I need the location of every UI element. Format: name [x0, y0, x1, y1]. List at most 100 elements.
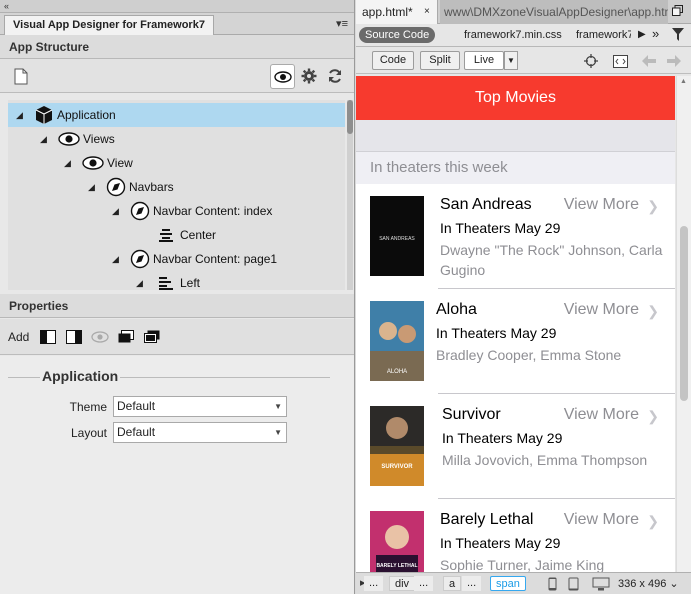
list-item[interactable]: SURVIVOR Survivor View More ❯ In Theater… — [356, 394, 675, 499]
svg-text:SURVIVOR: SURVIVOR — [381, 464, 413, 470]
scroll-right-icon[interactable]: ▶ — [638, 27, 646, 43]
tag-crumb-ellipsis[interactable]: ... — [462, 576, 482, 591]
layout-select[interactable]: Default ▼ — [113, 422, 287, 443]
svg-text:SAN ANDREAS: SAN ANDREAS — [379, 236, 415, 242]
inspect-target-icon[interactable] — [582, 52, 600, 70]
document-window: app.html* × www\DMXzoneVisualAppDesigner… — [356, 0, 691, 594]
compass-icon — [106, 177, 126, 197]
tree-node-navbar-content-index[interactable]: ◢ Navbar Content: index — [8, 199, 345, 223]
tree-scrollbar[interactable] — [347, 100, 353, 290]
related-file-framework7-css[interactable]: framework7.min.css — [464, 27, 562, 43]
list-item[interactable]: SAN ANDREAS San Andreas View More ❯ In T… — [356, 184, 675, 289]
refresh-icon[interactable] — [324, 65, 346, 87]
properties-toolbar: Add — [0, 319, 354, 355]
viewport-scrollbar-thumb[interactable] — [680, 226, 688, 401]
preview-eye-button[interactable] — [270, 64, 295, 89]
close-icon[interactable]: × — [424, 0, 430, 24]
expand-triangle-icon[interactable]: ◢ — [112, 206, 124, 217]
tag-crumb-span[interactable]: span — [490, 576, 526, 591]
tag-crumb-div[interactable]: div — [389, 576, 416, 591]
add-popup-icon[interactable] — [113, 327, 139, 347]
panel-tabbar: Visual App Designer for Framework7 ▾≡ — [0, 13, 354, 35]
scroll-up-icon[interactable]: ▲ — [680, 78, 687, 85]
view-more-link[interactable]: View More — [564, 406, 639, 424]
viewport-scrollbar[interactable]: ▲ — [676, 76, 691, 572]
view-more-link[interactable]: View More — [564, 196, 639, 214]
live-code-icon[interactable] — [611, 52, 629, 70]
expand-triangle-icon[interactable]: ◢ — [136, 278, 148, 289]
restore-window-icon[interactable] — [672, 5, 683, 19]
document-path: www\DMXzoneVisualAppDesigner\app.html — [440, 0, 668, 24]
eye-icon — [273, 70, 292, 83]
chevron-right-icon: ❯ — [647, 408, 659, 424]
new-file-icon[interactable] — [10, 65, 32, 87]
svg-text:ALOHA: ALOHA — [387, 369, 407, 375]
expand-triangle-icon[interactable]: ◢ — [88, 182, 100, 193]
panel-menu-icon[interactable]: ▾≡ — [336, 17, 348, 30]
movie-title: Barely Lethal — [440, 511, 534, 528]
properties-section-title: Application — [40, 368, 121, 384]
add-login-screen-icon[interactable] — [139, 327, 165, 347]
app-navbar: Top Movies — [356, 76, 675, 120]
poster-image-aloha: ALOHA — [370, 301, 424, 381]
list-item[interactable]: BARELY LETHAL Barely Lethal View More ❯ … — [356, 499, 675, 572]
release-date: In Theaters May 29 — [436, 325, 557, 341]
back-arrow-icon[interactable] — [640, 52, 658, 70]
window-size-dropdown[interactable]: 336 x 496 ⌄ — [618, 577, 679, 590]
theme-row: Theme Default ▼ — [0, 396, 354, 418]
theme-select[interactable]: Default ▼ — [113, 396, 287, 417]
expand-triangle-icon[interactable]: ◢ — [112, 254, 124, 265]
split-view-button[interactable]: Split — [420, 51, 460, 70]
compass-icon — [130, 249, 150, 269]
list-item[interactable]: ALOHA Aloha View More ❯ In Theaters May … — [356, 289, 675, 394]
tag-crumb-ellipsis[interactable]: ... — [364, 576, 384, 591]
chevron-right-icon: ❯ — [647, 303, 659, 319]
tab-app-html[interactable]: app.html* × — [356, 0, 438, 24]
tree-scrollbar-thumb[interactable] — [347, 100, 353, 134]
expand-triangle-icon[interactable]: ◢ — [64, 158, 76, 169]
list-block-title: In theaters this week — [370, 159, 508, 176]
tree-node-view[interactable]: ◢ View — [8, 151, 345, 175]
properties-body: Application Theme Default ▼ Layout Defau… — [0, 356, 354, 594]
panel-collapse-strip[interactable]: « — [0, 0, 354, 13]
live-view-button[interactable]: Live — [464, 51, 504, 70]
poster-image-barely-lethal: BARELY LETHAL — [370, 511, 424, 572]
panel-tab-visual-app-designer[interactable]: Visual App Designer for Framework7 — [4, 15, 214, 35]
app-structure-header: App Structure — [0, 35, 354, 59]
more-files-icon[interactable]: » — [652, 26, 659, 42]
phone-size-icon[interactable] — [548, 576, 557, 592]
tablet-size-icon[interactable] — [568, 576, 579, 592]
live-view-dropdown[interactable]: ▼ — [504, 51, 518, 70]
gear-icon[interactable] — [298, 65, 320, 87]
add-left-panel-icon[interactable] — [35, 327, 61, 347]
tag-crumb-a[interactable]: a — [443, 576, 462, 591]
document-tabbar: app.html* × www\DMXzoneVisualAppDesigner… — [356, 0, 691, 24]
tree-node-application[interactable]: ◢ Application — [8, 103, 345, 127]
app-structure-tree[interactable]: ◢ Application ◢ Views ◢ View ◢ Navbars ◢… — [8, 100, 345, 290]
desktop-size-icon[interactable] — [592, 576, 610, 592]
tree-node-left[interactable]: ◢ Left — [8, 271, 345, 290]
view-more-link[interactable]: View More — [564, 301, 639, 319]
source-code-button[interactable]: Source Code — [359, 27, 436, 43]
poster-image-survivor: SURVIVOR — [370, 406, 424, 486]
tag-crumb-ellipsis[interactable]: ... — [414, 576, 434, 591]
live-view-viewport[interactable]: Top Movies In theaters this week SAN AND… — [356, 76, 675, 572]
chevron-down-icon: ▼ — [274, 428, 282, 437]
align-left-icon — [158, 276, 174, 290]
expand-triangle-icon[interactable]: ◢ — [16, 110, 28, 121]
movie-title: Survivor — [442, 406, 501, 423]
expand-triangle-icon[interactable]: ◢ — [40, 134, 52, 145]
view-more-link[interactable]: View More — [564, 511, 639, 529]
cube-icon — [34, 105, 54, 125]
tree-node-navbars[interactable]: ◢ Navbars — [8, 175, 345, 199]
tree-node-navbar-content-page1[interactable]: ◢ Navbar Content: page1 — [8, 247, 345, 271]
related-file-framework7[interactable]: framework7 — [576, 27, 631, 43]
collapse-icon[interactable]: « — [4, 1, 9, 11]
code-view-button[interactable]: Code — [372, 51, 414, 70]
forward-arrow-icon[interactable] — [665, 52, 683, 70]
movie-cast: Dwayne "The Rock" Johnson, Carla Gugino — [440, 242, 663, 278]
tree-node-views[interactable]: ◢ Views — [8, 127, 345, 151]
tree-node-center[interactable]: Center — [8, 223, 345, 247]
add-right-panel-icon[interactable] — [61, 327, 87, 347]
filter-icon[interactable] — [672, 28, 684, 47]
